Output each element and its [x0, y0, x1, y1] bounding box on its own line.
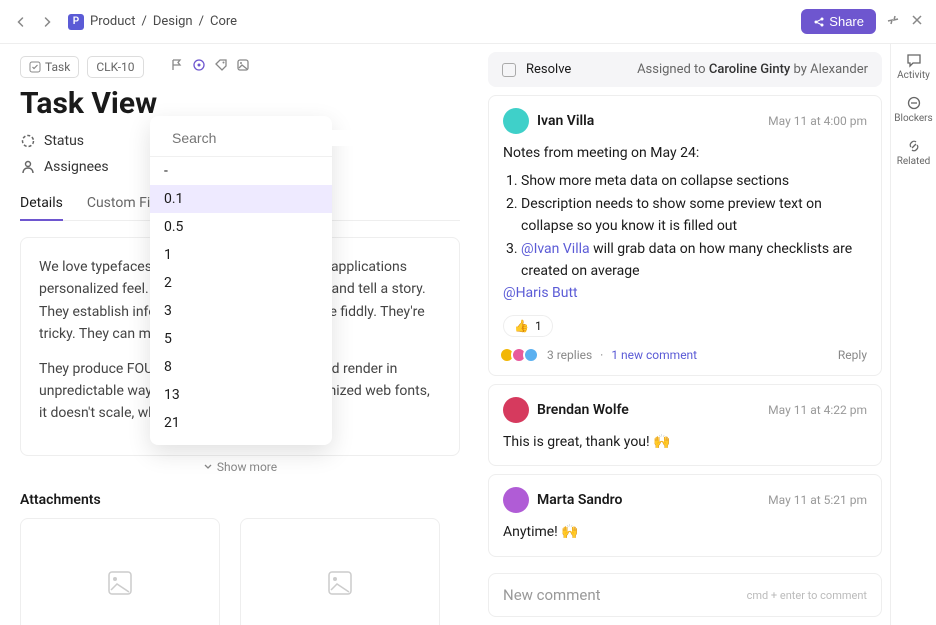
comment-time: May 11 at 4:00 pm [768, 114, 867, 128]
reaction-chip[interactable]: 👍1 [503, 315, 553, 337]
link-icon [906, 138, 922, 154]
dropdown-option[interactable]: 8 [150, 353, 332, 381]
attachments-heading: Attachments [20, 492, 460, 508]
crumb-core[interactable]: Core [210, 14, 237, 29]
blocker-icon [906, 95, 922, 111]
mention[interactable]: @Ivan Villa [521, 241, 590, 257]
dropdown-option[interactable]: 21 [150, 409, 332, 437]
chevron-down-icon [203, 462, 213, 472]
show-more-button[interactable]: Show more [20, 460, 460, 474]
avatar [503, 108, 529, 134]
new-comment-link[interactable]: 1 new comment [611, 348, 697, 362]
dropdown-option[interactable]: 0.5 [150, 213, 332, 241]
mention[interactable]: @Haris Butt [503, 282, 867, 304]
comment-author[interactable]: Ivan Villa [537, 113, 594, 129]
reply-button[interactable]: Reply [838, 348, 867, 362]
reply-avatars [503, 347, 539, 363]
comment-card: Brendan Wolfe May 11 at 4:22 pm This is … [488, 384, 882, 466]
resolve-checkbox[interactable] [502, 63, 516, 77]
share-icon [813, 16, 825, 28]
minimize-icon[interactable] [886, 13, 900, 31]
sparkle-icon[interactable] [192, 58, 206, 76]
dropdown-option[interactable]: 3 [150, 297, 332, 325]
avatar [503, 487, 529, 513]
comment-author[interactable]: Marta Sandro [537, 492, 622, 508]
avatar [503, 397, 529, 423]
tab-custom-fields[interactable]: Custom Fie [87, 187, 158, 220]
task-id-chip[interactable]: CLK-10 [87, 56, 143, 78]
dropdown-option[interactable]: - [150, 157, 332, 185]
dropdown-search-input[interactable] [172, 130, 353, 146]
image-icon[interactable] [236, 58, 250, 76]
assigned-to-text: Assigned to Caroline Ginty by Alexander [637, 62, 868, 77]
share-button[interactable]: Share [801, 9, 876, 34]
points-dropdown[interactable]: -0.10.512358132125 [150, 116, 332, 445]
comment-card: Ivan Villa May 11 at 4:00 pm Notes from … [488, 95, 882, 376]
resolve-bar: Resolve Assigned to Caroline Ginty by Al… [488, 52, 882, 87]
comment-icon [906, 52, 922, 68]
comment-time: May 11 at 5:21 pm [768, 493, 867, 507]
attachment-2[interactable] [240, 518, 440, 625]
comment-time: May 11 at 4:22 pm [768, 403, 867, 417]
close-icon[interactable] [910, 13, 924, 31]
nav-forward-button[interactable] [38, 13, 56, 31]
rail-blockers[interactable]: Blockers [894, 95, 932, 124]
project-badge: P [68, 14, 84, 30]
resolve-label[interactable]: Resolve [526, 62, 571, 77]
comment-author[interactable]: Brendan Wolfe [537, 402, 629, 418]
comment-card: Marta Sandro May 11 at 5:21 pm Anytime! … [488, 474, 882, 556]
flag-icon[interactable] [170, 58, 184, 76]
status-icon [20, 133, 36, 149]
crumb-project[interactable]: Product [90, 14, 135, 29]
new-comment-input[interactable]: New comment cmd + enter to comment [488, 573, 882, 617]
image-placeholder-icon [327, 570, 353, 596]
dropdown-option[interactable]: 13 [150, 381, 332, 409]
tag-icon[interactable] [214, 58, 228, 76]
attachment-1[interactable] [20, 518, 220, 625]
dropdown-option[interactable]: 0.1 [150, 185, 332, 213]
dropdown-option[interactable]: 2 [150, 269, 332, 297]
nav-back-button[interactable] [12, 13, 30, 31]
check-icon [29, 61, 41, 73]
task-type-chip[interactable]: Task [20, 56, 79, 78]
keyboard-hint: cmd + enter to comment [747, 589, 867, 602]
breadcrumb[interactable]: P Product / Design / Core [68, 14, 237, 30]
tab-details[interactable]: Details [20, 187, 63, 221]
person-icon [20, 159, 36, 175]
image-placeholder-icon [107, 570, 133, 596]
dropdown-option[interactable]: 1 [150, 241, 332, 269]
dropdown-option[interactable]: 5 [150, 325, 332, 353]
rail-activity[interactable]: Activity [897, 52, 930, 81]
rail-related[interactable]: Related [897, 138, 931, 167]
crumb-design[interactable]: Design [153, 14, 193, 29]
